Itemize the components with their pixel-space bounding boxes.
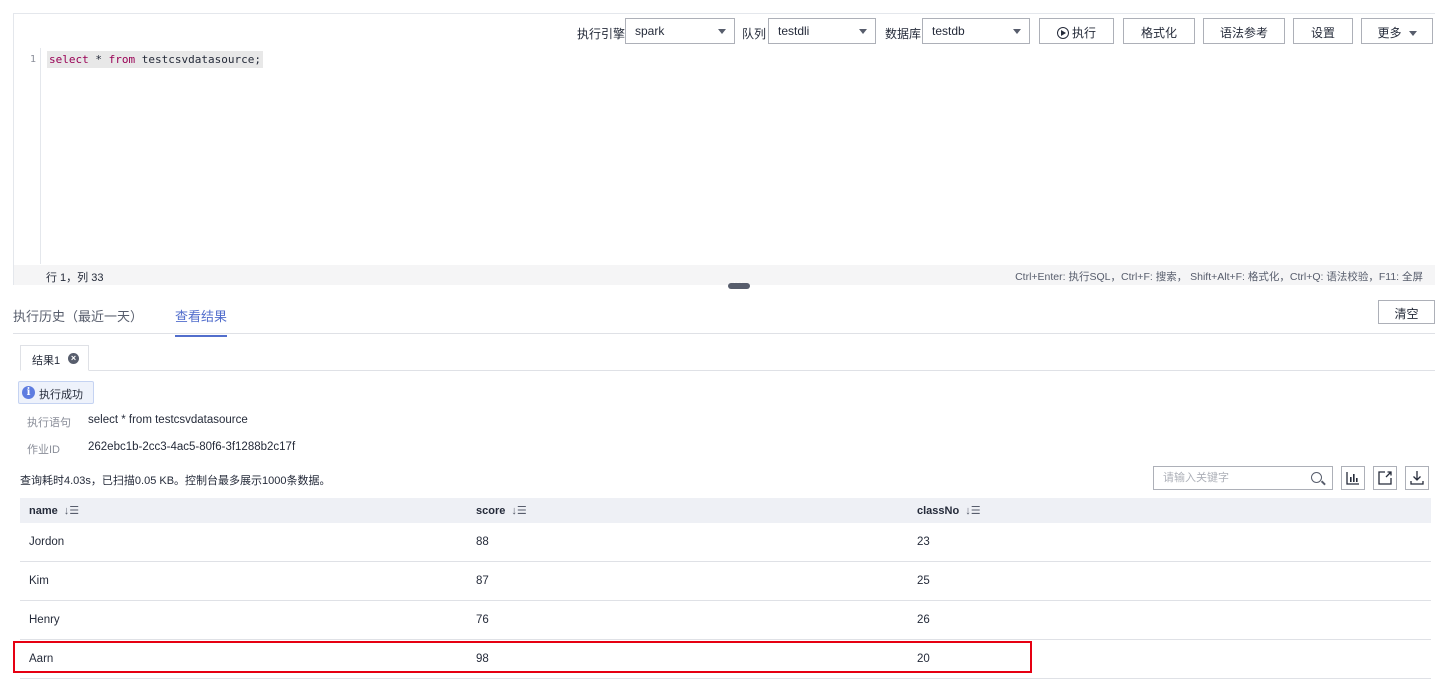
keyword-select: select bbox=[49, 53, 89, 66]
code-text: * bbox=[88, 53, 109, 66]
statement-value: select * from testcsvdatasource bbox=[88, 414, 248, 426]
cell-score: 88 bbox=[476, 536, 489, 548]
tab-result-1[interactable]: 结果1 × bbox=[20, 345, 89, 371]
editor-status-bar: 行 1，列 33 Ctrl+Enter: 执行SQL，Ctrl+F: 搜索， S… bbox=[14, 265, 1435, 285]
column-header-label: classNo bbox=[917, 505, 960, 517]
database-select[interactable]: testdb bbox=[922, 18, 1030, 44]
cell-classno: 20 bbox=[917, 653, 930, 665]
result-table: name ↓☰ score ↓☰ classNo ↓☰ Jordon 88 23 Ki… bbox=[20, 498, 1431, 679]
cell-classno: 25 bbox=[917, 575, 930, 587]
chevron-down-icon bbox=[718, 29, 726, 34]
chevron-down-icon bbox=[859, 29, 867, 34]
cell-classno: 26 bbox=[917, 614, 930, 626]
cell-name: Jordon bbox=[29, 536, 65, 548]
status-text: 执行成功 bbox=[39, 389, 83, 401]
close-icon[interactable]: × bbox=[68, 353, 79, 364]
table-row[interactable]: Aarn 98 20 bbox=[20, 640, 1431, 679]
syntax-reference-button[interactable]: 语法参考 bbox=[1203, 18, 1285, 44]
chevron-down-icon bbox=[1013, 29, 1021, 34]
line-gutter: 1 bbox=[14, 48, 41, 264]
database-select-value: testdb bbox=[932, 24, 965, 38]
column-header-name[interactable]: name ↓☰ bbox=[29, 504, 79, 517]
database-label: 数据库 bbox=[885, 27, 922, 41]
result-subtabs: 结果1 × bbox=[20, 345, 1435, 371]
job-id-label: 作业ID bbox=[27, 444, 60, 456]
status-badge: i 执行成功 bbox=[18, 381, 94, 404]
queue-label: 队列 bbox=[742, 27, 767, 41]
job-id-value: 262ebc1b-2cc3-4ac5-80f6-3f1288b2c17f bbox=[88, 441, 296, 453]
cell-classno: 23 bbox=[917, 536, 930, 548]
format-button[interactable]: 格式化 bbox=[1123, 18, 1195, 44]
export-button[interactable] bbox=[1373, 466, 1397, 490]
sort-icon[interactable]: ↓☰ bbox=[64, 504, 79, 517]
cell-name: Henry bbox=[29, 614, 60, 626]
tab-results[interactable]: 查看结果 bbox=[175, 306, 228, 337]
cell-name: Aarn bbox=[29, 653, 54, 665]
statement-label: 执行语句 bbox=[27, 417, 71, 429]
cell-name: Kim bbox=[29, 575, 49, 587]
tab-history[interactable]: 执行历史（最近一天） bbox=[13, 306, 143, 335]
cell-score: 76 bbox=[476, 614, 489, 626]
column-header-classno[interactable]: classNo ↓☰ bbox=[917, 504, 981, 517]
run-button[interactable]: 执行 bbox=[1039, 18, 1114, 44]
cursor-position: 行 1，列 33 bbox=[46, 272, 104, 284]
editor-toolbar: 执行引擎 spark 队列 testdli 数据库 testdb 执行 格式化 … bbox=[14, 18, 1435, 46]
cell-score: 87 bbox=[476, 575, 489, 587]
table-row[interactable]: Kim 87 25 bbox=[20, 562, 1431, 601]
sort-icon[interactable]: ↓☰ bbox=[965, 504, 980, 517]
chevron-down-icon bbox=[1408, 31, 1417, 37]
syntax-reference-label: 语法参考 bbox=[1219, 26, 1268, 40]
keyword-from: from bbox=[108, 53, 136, 66]
result-tab-label: 结果1 bbox=[32, 355, 61, 367]
settings-button-label: 设置 bbox=[1310, 26, 1335, 40]
column-header-label: score bbox=[476, 505, 506, 517]
settings-button[interactable]: 设置 bbox=[1293, 18, 1353, 44]
run-button-label: 执行 bbox=[1071, 26, 1096, 40]
search-icon[interactable] bbox=[1311, 472, 1322, 483]
chart-button[interactable] bbox=[1341, 466, 1365, 490]
column-header-score[interactable]: score ↓☰ bbox=[476, 504, 527, 517]
code-line[interactable]: select * from testcsvdatasource; bbox=[47, 51, 263, 68]
more-button-label: 更多 bbox=[1377, 26, 1402, 40]
more-button[interactable]: 更多 bbox=[1361, 18, 1433, 44]
result-tabs-bar: 执行历史（最近一天） 查看结果 清空 bbox=[13, 300, 1435, 337]
engine-select-value: spark bbox=[635, 24, 665, 38]
export-icon bbox=[1378, 471, 1392, 485]
format-button-label: 格式化 bbox=[1140, 26, 1177, 40]
sort-icon[interactable]: ↓☰ bbox=[511, 504, 526, 517]
code-text: testcsvdatasource; bbox=[135, 53, 261, 66]
engine-select[interactable]: spark bbox=[625, 18, 735, 44]
query-summary: 查询耗时4.03s，已扫描0.05 KB。控制台最多展示1000条数据。 bbox=[20, 475, 331, 487]
clear-button-label: 清空 bbox=[1394, 307, 1419, 321]
clear-button[interactable]: 清空 bbox=[1378, 300, 1435, 324]
queue-select[interactable]: testdli bbox=[768, 18, 876, 44]
search-field[interactable] bbox=[1153, 466, 1333, 490]
download-icon bbox=[1410, 471, 1424, 485]
engine-label: 执行引擎 bbox=[577, 27, 626, 41]
info-icon: i bbox=[22, 386, 35, 399]
table-header: name ↓☰ score ↓☰ classNo ↓☰ bbox=[20, 498, 1431, 523]
search-input[interactable] bbox=[1154, 467, 1299, 489]
sql-editor-panel: 执行引擎 spark 队列 testdli 数据库 testdb 执行 格式化 … bbox=[13, 13, 1435, 285]
download-button[interactable] bbox=[1405, 466, 1429, 490]
bar-chart-icon bbox=[1346, 472, 1359, 485]
table-row[interactable]: Jordon 88 23 bbox=[20, 523, 1431, 562]
column-header-label: name bbox=[29, 505, 58, 517]
resize-handle[interactable] bbox=[728, 277, 750, 289]
shortcut-hints: Ctrl+Enter: 执行SQL，Ctrl+F: 搜索， Shift+Alt+… bbox=[1015, 271, 1423, 283]
queue-select-value: testdli bbox=[778, 24, 810, 38]
code-editor[interactable]: 1 select * from testcsvdatasource; bbox=[14, 48, 1435, 264]
cell-score: 98 bbox=[476, 653, 489, 665]
table-row[interactable]: Henry 76 26 bbox=[20, 601, 1431, 640]
play-circle-icon bbox=[1056, 27, 1069, 39]
line-number: 1 bbox=[29, 54, 36, 65]
